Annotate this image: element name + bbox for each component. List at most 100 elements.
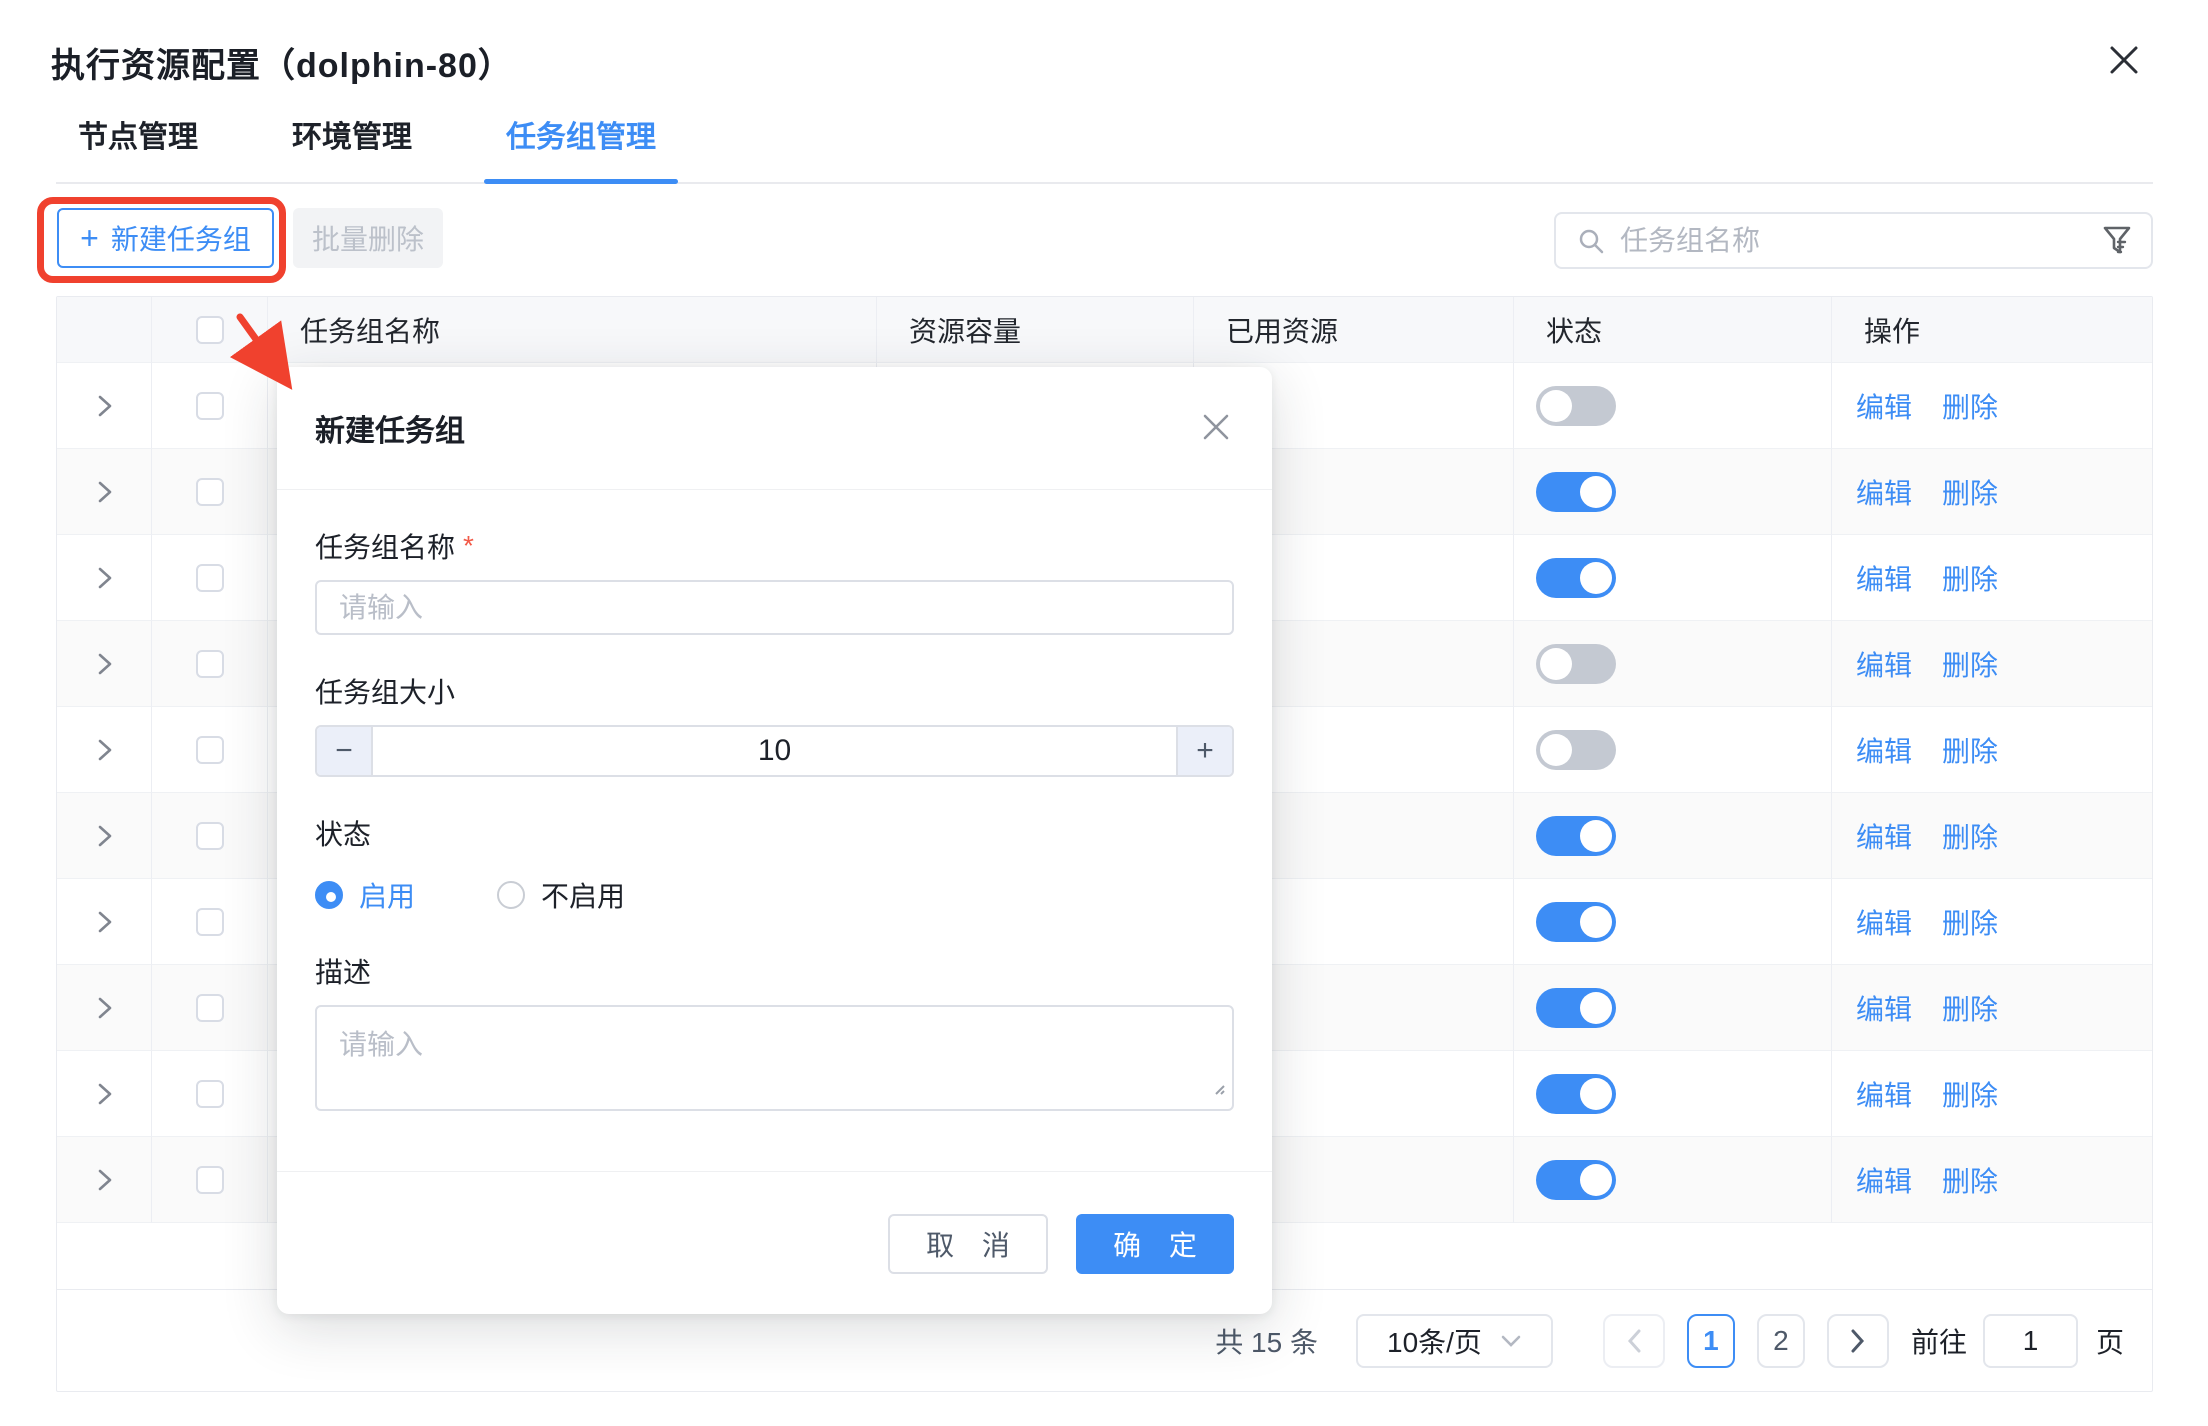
tab-1[interactable]: 环境管理: [270, 112, 434, 182]
expand-cell: [57, 621, 152, 707]
expand-cell: [57, 793, 152, 879]
toggle-knob: [1580, 820, 1612, 852]
table-header-row: 任务组名称 资源容量 已用资源 状态 操作: [57, 297, 2152, 363]
stepper-increase-button[interactable]: +: [1176, 727, 1232, 775]
status-cell: [1514, 879, 1832, 965]
row-checkbox[interactable]: [196, 1166, 224, 1194]
actions-cell: 编辑删除: [1832, 535, 2152, 621]
delete-link[interactable]: 删除: [1942, 902, 1998, 942]
next-page-button[interactable]: [1827, 1314, 1889, 1368]
row-checkbox[interactable]: [196, 650, 224, 678]
edit-link[interactable]: 编辑: [1856, 988, 1912, 1028]
expand-row-icon[interactable]: [91, 479, 117, 505]
cancel-button[interactable]: 取 消: [888, 1214, 1048, 1274]
page-button-2[interactable]: 2: [1757, 1314, 1805, 1368]
status-cell: [1514, 707, 1832, 793]
expand-row-icon[interactable]: [91, 1081, 117, 1107]
expand-row-icon[interactable]: [91, 909, 117, 935]
expand-row-icon[interactable]: [91, 1167, 117, 1193]
edit-link[interactable]: 编辑: [1856, 644, 1912, 684]
page-button-1[interactable]: 1: [1687, 1314, 1735, 1368]
status-toggle[interactable]: [1536, 386, 1616, 426]
task-group-name-input[interactable]: [315, 580, 1234, 635]
status-toggle[interactable]: [1536, 816, 1616, 856]
delete-link[interactable]: 删除: [1942, 644, 1998, 684]
status-toggle[interactable]: [1536, 1160, 1616, 1200]
radio-selected-icon: [315, 881, 343, 909]
expand-row-icon[interactable]: [91, 995, 117, 1021]
status-toggle[interactable]: [1536, 644, 1616, 684]
edit-link[interactable]: 编辑: [1856, 1074, 1912, 1114]
radio-enabled-label: 启用: [359, 875, 415, 915]
row-checkbox[interactable]: [196, 478, 224, 506]
chevron-down-icon: [1500, 1334, 1522, 1348]
modal-title: 新建任务组: [315, 406, 465, 450]
edit-link[interactable]: 编辑: [1856, 558, 1912, 598]
radio-enabled[interactable]: 启用: [315, 875, 415, 915]
batch-delete-button[interactable]: 批量删除: [293, 208, 443, 268]
status-toggle[interactable]: [1536, 1074, 1616, 1114]
row-checkbox[interactable]: [196, 564, 224, 592]
delete-link[interactable]: 删除: [1942, 988, 1998, 1028]
expand-cell: [57, 363, 152, 449]
modal-body: 任务组名称 * 任务组大小 − 10 + 状态 启用 不启用: [277, 526, 1272, 1111]
radio-disabled-label: 不启用: [541, 875, 625, 915]
select-cell: [152, 535, 268, 621]
edit-link[interactable]: 编辑: [1856, 386, 1912, 426]
edit-link[interactable]: 编辑: [1856, 472, 1912, 512]
edit-link[interactable]: 编辑: [1856, 816, 1912, 856]
row-checkbox[interactable]: [196, 736, 224, 764]
expand-row-icon[interactable]: [91, 737, 117, 763]
tab-0[interactable]: 节点管理: [56, 112, 220, 182]
stepper-value[interactable]: 10: [373, 727, 1176, 775]
status-toggle[interactable]: [1536, 558, 1616, 598]
delete-link[interactable]: 删除: [1942, 730, 1998, 770]
delete-link[interactable]: 删除: [1942, 558, 1998, 598]
goto-page-input[interactable]: [1983, 1314, 2078, 1368]
goto-suffix-label: 页: [2096, 1321, 2124, 1361]
row-checkbox[interactable]: [196, 392, 224, 420]
toggle-knob: [1540, 734, 1572, 766]
modal-close-icon[interactable]: [1194, 405, 1238, 449]
expand-row-icon[interactable]: [91, 565, 117, 591]
tab-2[interactable]: 任务组管理: [484, 112, 678, 182]
edit-link[interactable]: 编辑: [1856, 730, 1912, 770]
stepper-decrease-button[interactable]: −: [317, 727, 373, 775]
edit-link[interactable]: 编辑: [1856, 902, 1912, 942]
delete-link[interactable]: 删除: [1942, 386, 1998, 426]
expand-row-icon[interactable]: [91, 651, 117, 677]
confirm-button[interactable]: 确 定: [1076, 1214, 1234, 1274]
delete-link[interactable]: 删除: [1942, 1160, 1998, 1200]
create-task-group-button[interactable]: + 新建任务组: [57, 208, 274, 268]
row-checkbox[interactable]: [196, 822, 224, 850]
tab-bar: 节点管理环境管理任务组管理: [56, 112, 2153, 184]
row-checkbox[interactable]: [196, 908, 224, 936]
search-box: [1554, 212, 2153, 269]
header-used: 已用资源: [1194, 297, 1514, 363]
row-checkbox[interactable]: [196, 994, 224, 1022]
filter-icon[interactable]: [2101, 224, 2133, 258]
status-toggle[interactable]: [1536, 472, 1616, 512]
radio-disabled[interactable]: 不启用: [497, 875, 625, 915]
goto-label: 前往: [1911, 1321, 1967, 1361]
delete-link[interactable]: 删除: [1942, 472, 1998, 512]
description-textarea[interactable]: [315, 1005, 1234, 1111]
chevron-right-icon: [1849, 1328, 1867, 1354]
delete-link[interactable]: 删除: [1942, 816, 1998, 856]
prev-page-button[interactable]: [1603, 1314, 1665, 1368]
page-size-select[interactable]: 10条/页: [1356, 1314, 1553, 1368]
expand-row-icon[interactable]: [91, 393, 117, 419]
expand-row-icon[interactable]: [91, 823, 117, 849]
select-cell: [152, 793, 268, 879]
status-toggle[interactable]: [1536, 988, 1616, 1028]
select-all-checkbox[interactable]: [196, 316, 224, 344]
expand-cell: [57, 535, 152, 621]
size-stepper: − 10 +: [315, 725, 1234, 777]
status-toggle[interactable]: [1536, 902, 1616, 942]
search-input[interactable]: [1620, 225, 2101, 257]
edit-link[interactable]: 编辑: [1856, 1160, 1912, 1200]
close-icon[interactable]: [2100, 36, 2148, 84]
row-checkbox[interactable]: [196, 1080, 224, 1108]
delete-link[interactable]: 删除: [1942, 1074, 1998, 1114]
status-toggle[interactable]: [1536, 730, 1616, 770]
